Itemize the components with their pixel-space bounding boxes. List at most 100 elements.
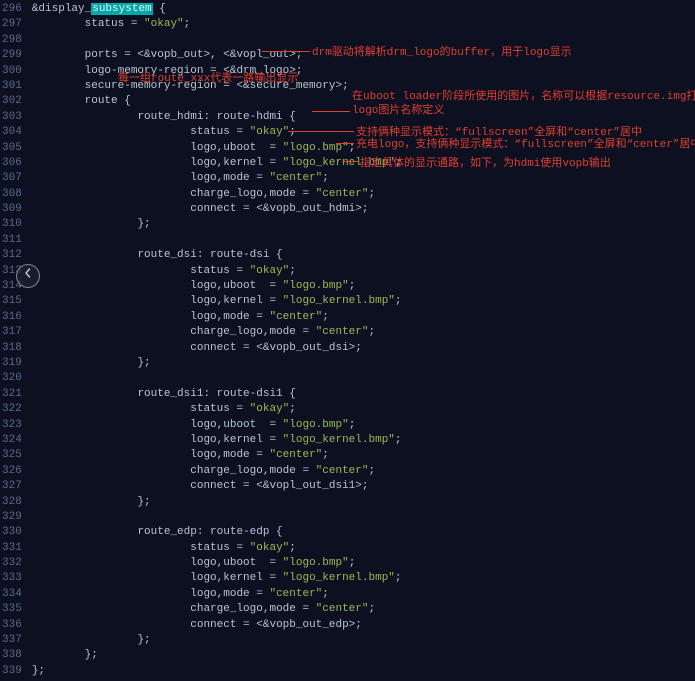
- code-token: &display_: [32, 3, 91, 15]
- line-number: 305: [2, 141, 22, 156]
- code-token: };: [137, 634, 150, 646]
- line-number: 318: [2, 341, 22, 356]
- code-token: "logo.bmp": [283, 280, 349, 292]
- code-token: logo,uboot =: [190, 142, 282, 154]
- code-line[interactable]: };: [32, 356, 691, 371]
- annotation-text: 充电logo，支持俩种显示模式：“fullscreen”全屏和“center”居…: [356, 138, 695, 153]
- code-token: logo,mode =: [190, 449, 269, 461]
- code-line[interactable]: logo,mode = "center";: [32, 310, 691, 325]
- code-line[interactable]: logo,mode = "center";: [32, 171, 691, 186]
- code-token: status =: [85, 18, 144, 30]
- code-line[interactable]: };: [32, 648, 691, 663]
- code-token: "center": [269, 588, 322, 600]
- line-number: 304: [2, 125, 22, 140]
- line-number: 338: [2, 648, 22, 663]
- line-number: 316: [2, 310, 22, 325]
- code-token: ;: [349, 557, 356, 569]
- code-token: "center": [316, 188, 369, 200]
- code-token: logo,uboot =: [190, 280, 282, 292]
- code-line[interactable]: logo,uboot = "logo.bmp";: [32, 279, 691, 294]
- code-token: route_hdmi: route-hdmi {: [137, 111, 295, 123]
- line-number: 321: [2, 387, 22, 402]
- line-number: 298: [2, 33, 22, 48]
- annotation-connector: [288, 131, 354, 132]
- code-token: "okay": [250, 542, 290, 554]
- line-number: 300: [2, 64, 22, 79]
- code-token: };: [137, 496, 150, 508]
- code-line[interactable]: connect = <&vopl_out_dsi1>;: [32, 479, 691, 494]
- code-token: charge_logo,mode =: [190, 603, 315, 615]
- code-token: ;: [322, 172, 329, 184]
- code-line[interactable]: route_dsi1: route-dsi1 {: [32, 387, 691, 402]
- code-line[interactable]: logo,uboot = "logo.bmp";: [32, 418, 691, 433]
- code-line[interactable]: connect = <&vopb_out_edp>;: [32, 618, 691, 633]
- code-token: ;: [289, 403, 296, 415]
- code-line[interactable]: connect = <&vopb_out_hdmi>;: [32, 202, 691, 217]
- code-line[interactable]: [32, 233, 691, 248]
- code-token: logo,kernel =: [190, 434, 282, 446]
- code-token: "okay": [144, 18, 184, 30]
- code-line[interactable]: status = "okay";: [32, 17, 691, 32]
- line-number: 335: [2, 602, 22, 617]
- code-token: "center": [269, 449, 322, 461]
- code-token: ;: [349, 419, 356, 431]
- line-number: 317: [2, 325, 22, 340]
- code-token: ;: [289, 265, 296, 277]
- line-number: 331: [2, 541, 22, 556]
- line-number: 319: [2, 356, 22, 371]
- code-token: };: [32, 665, 45, 677]
- annotation-connector: [262, 51, 310, 52]
- code-line[interactable]: route_edp: route-edp {: [32, 525, 691, 540]
- code-token: ;: [349, 280, 356, 292]
- code-line[interactable]: logo,kernel = "logo_kernel.bmp";: [32, 433, 691, 448]
- code-line[interactable]: logo,uboot = "logo.bmp";: [32, 556, 691, 571]
- line-number: 303: [2, 110, 22, 125]
- line-number: 302: [2, 94, 22, 109]
- code-token: logo,kernel =: [190, 295, 282, 307]
- annotation-connector: [342, 161, 358, 162]
- line-number: 326: [2, 464, 22, 479]
- code-line[interactable]: status = "okay";: [32, 264, 691, 279]
- code-token: status =: [190, 542, 249, 554]
- code-token: route_dsi1: route-dsi1 {: [137, 388, 295, 400]
- code-line[interactable]: route_dsi: route-dsi {: [32, 248, 691, 263]
- code-token: charge_logo,mode =: [190, 326, 315, 338]
- line-number: 329: [2, 510, 22, 525]
- nav-back-button[interactable]: [16, 264, 40, 288]
- code-line[interactable]: logo,kernel = "logo_kernel.bmp";: [32, 571, 691, 586]
- line-number: 307: [2, 171, 22, 186]
- code-token: ;: [322, 588, 329, 600]
- code-line[interactable]: charge_logo,mode = "center";: [32, 187, 691, 202]
- code-line[interactable]: &display_subsystem {: [32, 2, 691, 17]
- code-token: ;: [322, 449, 329, 461]
- code-line[interactable]: [32, 371, 691, 386]
- code-line[interactable]: status = "okay";: [32, 402, 691, 417]
- code-token: "logo.bmp": [283, 557, 349, 569]
- code-line[interactable]: logo,mode = "center";: [32, 587, 691, 602]
- code-token: "center": [269, 311, 322, 323]
- line-number: 325: [2, 448, 22, 463]
- code-line[interactable]: status = "okay";: [32, 541, 691, 556]
- code-line[interactable]: };: [32, 217, 691, 232]
- code-line[interactable]: logo,kernel = "logo_kernel.bmp";: [32, 294, 691, 309]
- code-line[interactable]: connect = <&vopb_out_dsi>;: [32, 341, 691, 356]
- code-token: subsystem: [91, 3, 152, 15]
- code-token: ;: [289, 542, 296, 554]
- line-number: 311: [2, 233, 22, 248]
- code-line[interactable]: charge_logo,mode = "center";: [32, 325, 691, 340]
- code-token: ;: [368, 465, 375, 477]
- line-number: 336: [2, 618, 22, 633]
- line-number: 306: [2, 156, 22, 171]
- line-number: 296: [2, 2, 22, 17]
- code-token: ;: [368, 188, 375, 200]
- code-line[interactable]: logo,mode = "center";: [32, 448, 691, 463]
- line-number: 315: [2, 294, 22, 309]
- code-line[interactable]: [32, 510, 691, 525]
- code-line[interactable]: };: [32, 664, 691, 679]
- code-line[interactable]: charge_logo,mode = "center";: [32, 464, 691, 479]
- line-number: 323: [2, 418, 22, 433]
- code-token: connect = <&vopb_out_dsi>;: [190, 342, 362, 354]
- code-line[interactable]: };: [32, 633, 691, 648]
- code-token: ;: [184, 18, 191, 30]
- code-line[interactable]: charge_logo,mode = "center";: [32, 602, 691, 617]
